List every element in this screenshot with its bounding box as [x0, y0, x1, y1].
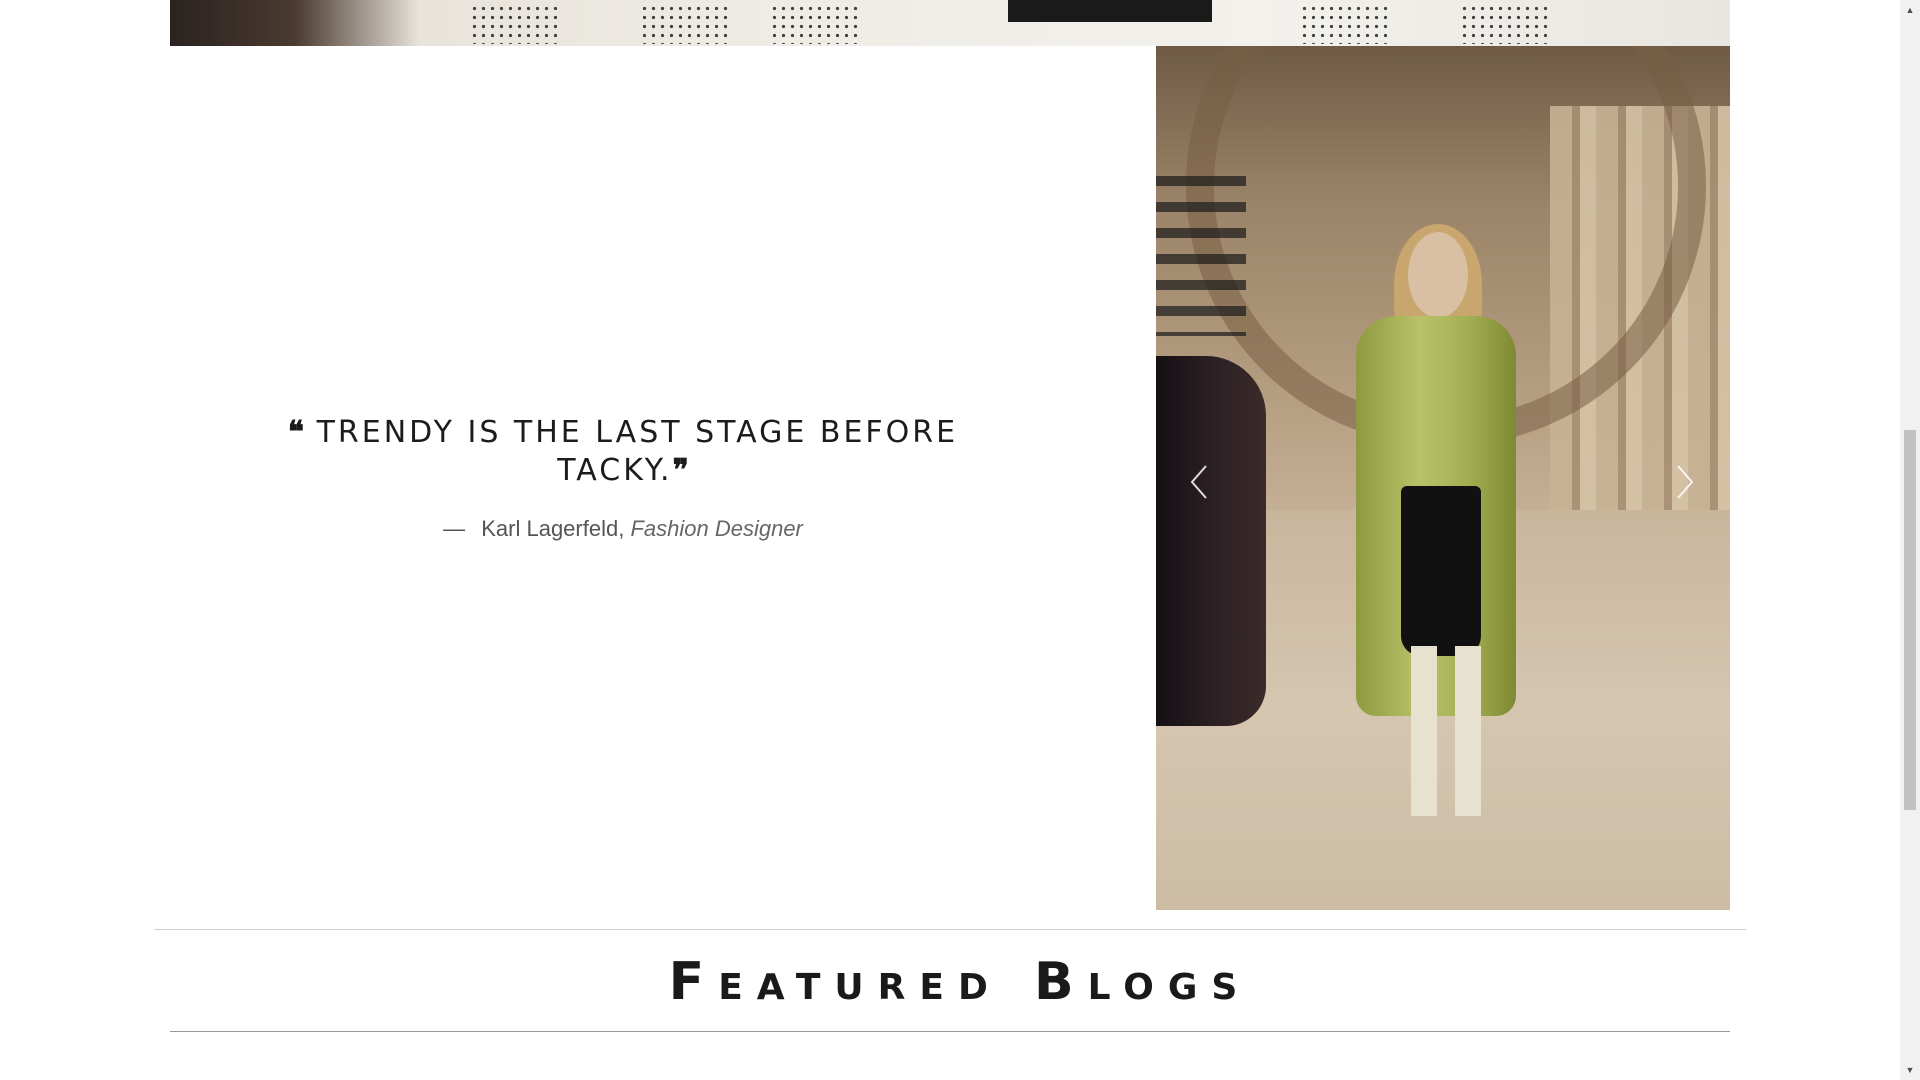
quote-author: Karl Lagerfeld,: [481, 516, 625, 541]
close-quote-icon: ❞: [672, 453, 689, 488]
image-model-skirt: [1401, 486, 1481, 656]
open-quote-icon: ❝: [287, 415, 305, 450]
attribution-dash: —: [443, 516, 466, 541]
scroll-down-button[interactable]: ▼: [1900, 1060, 1920, 1080]
quote-body: Trendy is the last stage before tacky.: [316, 415, 959, 488]
banner-graphic: [1008, 0, 1212, 22]
image-audience: [1156, 356, 1266, 726]
top-banner-image: [170, 0, 1730, 46]
section-divider-top: [154, 929, 1746, 930]
chevron-right-icon: [1677, 465, 1694, 499]
image-lights: [1156, 176, 1246, 336]
slider-prev-button[interactable]: [1181, 456, 1217, 508]
pattern-dots: [640, 4, 730, 44]
scroll-thumb[interactable]: [1904, 430, 1916, 810]
chevron-left-icon: [1190, 465, 1207, 499]
image-model-legs: [1411, 646, 1481, 816]
featured-blogs-heading: Featured Blogs: [668, 952, 1252, 1012]
section-divider-bottom: [170, 1031, 1730, 1032]
image-model-head: [1408, 232, 1468, 318]
pattern-dots: [470, 4, 560, 44]
quote-author-role: Fashion Designer: [630, 516, 803, 541]
quote-text: ❝ Trendy is the last stage before tacky.…: [273, 414, 973, 490]
quote-attribution: — Karl Lagerfeld, Fashion Designer: [443, 516, 803, 542]
scroll-up-button[interactable]: ▲: [1900, 0, 1920, 20]
pattern-dots: [1300, 4, 1390, 44]
pattern-dots: [770, 4, 860, 44]
pattern-dots: [1460, 4, 1550, 44]
page-scrollbar[interactable]: ▲ ▼: [1900, 0, 1920, 1080]
runway-slide-image: [1156, 46, 1730, 910]
slider-next-button[interactable]: [1667, 456, 1703, 508]
quote-section: ❝ Trendy is the last stage before tacky.…: [170, 46, 1156, 910]
